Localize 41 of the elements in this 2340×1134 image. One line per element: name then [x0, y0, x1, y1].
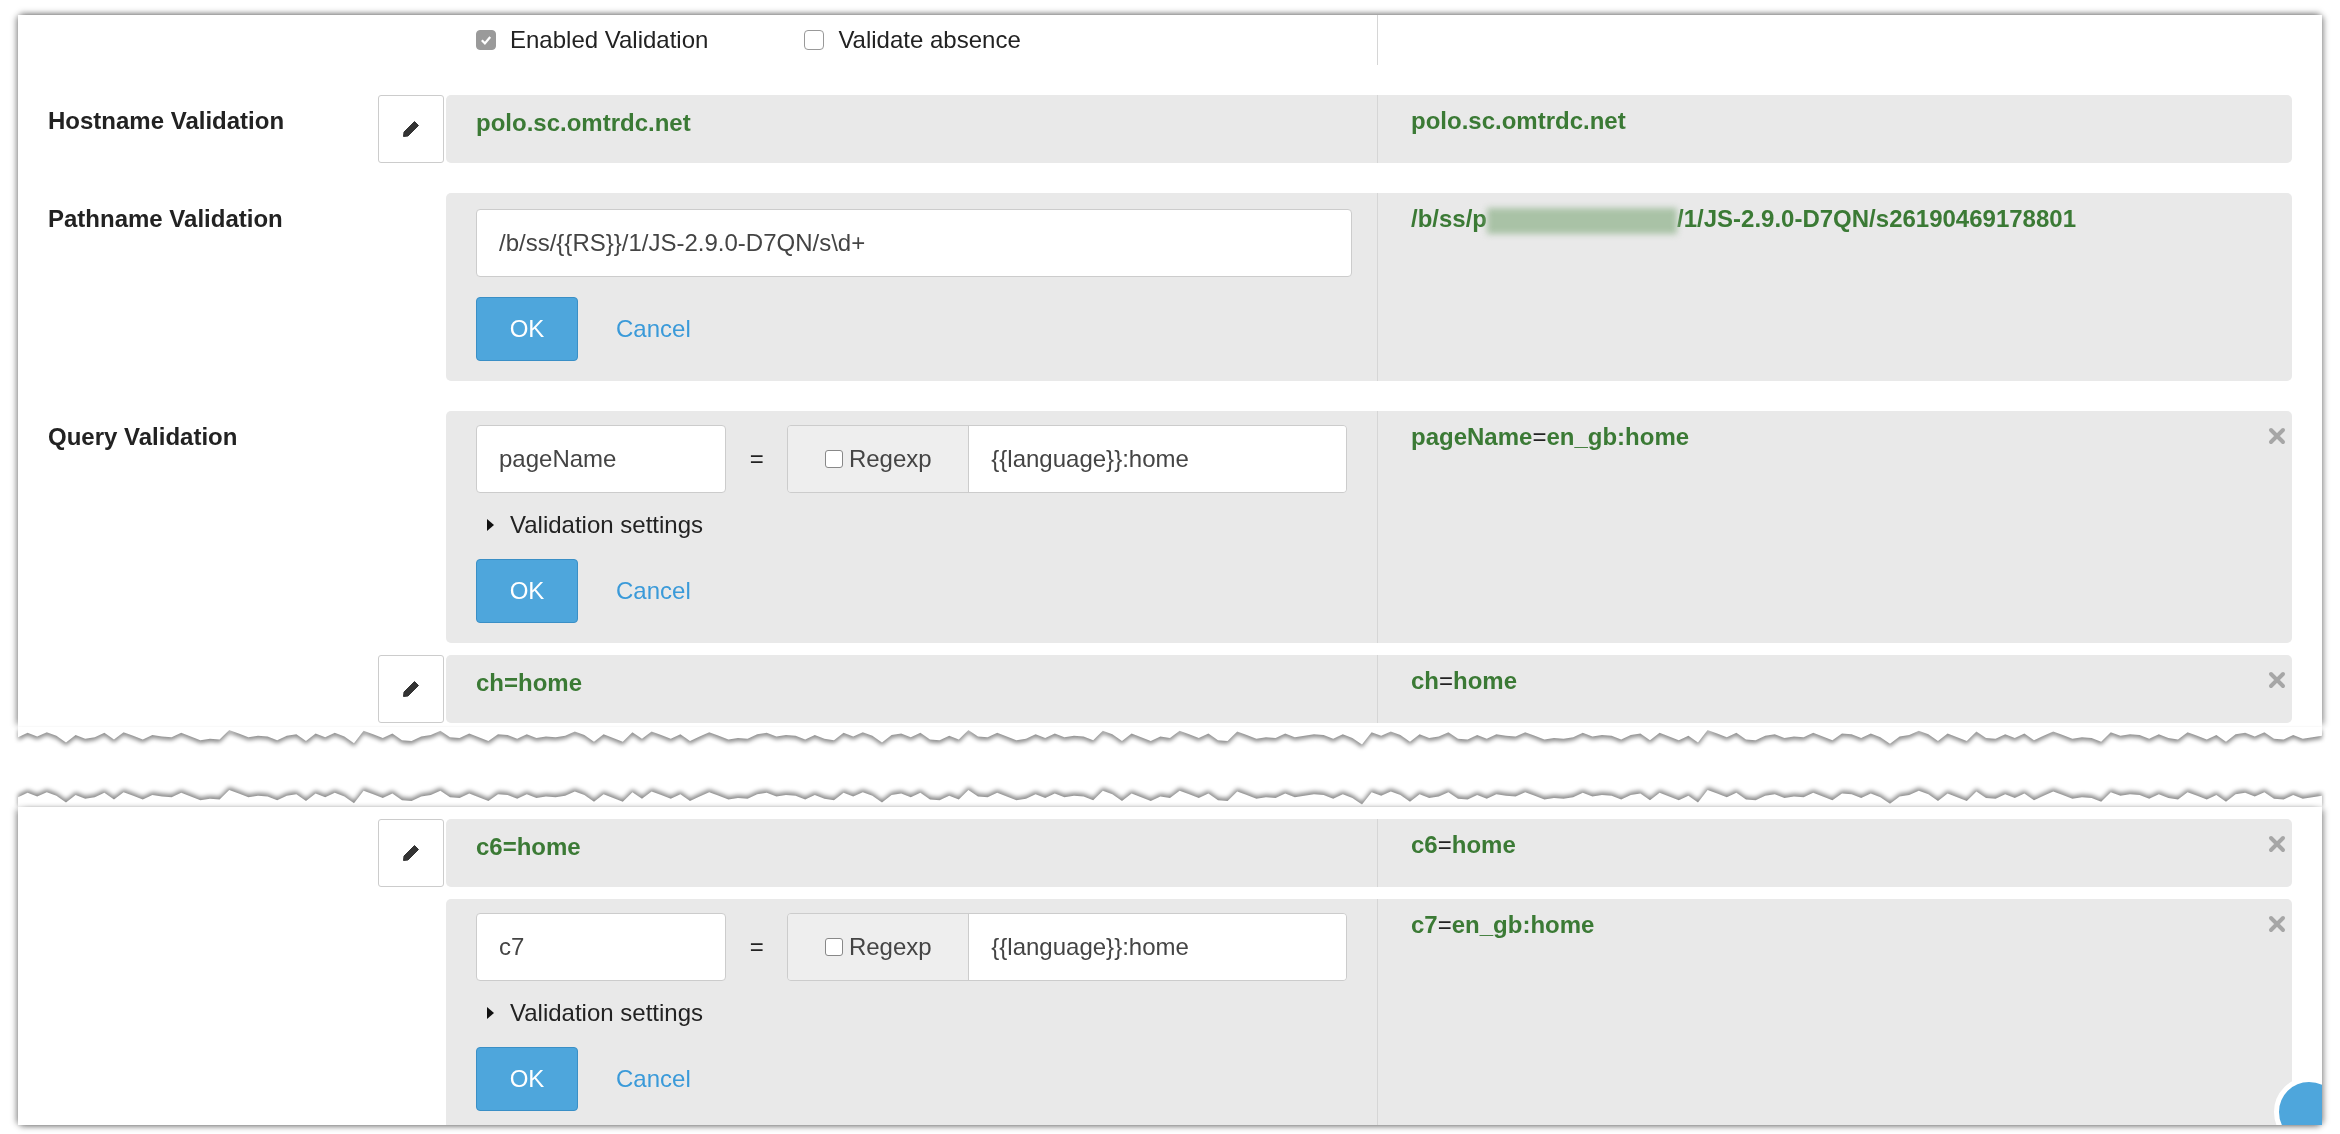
checkbox-label: Enabled Validation — [510, 26, 709, 54]
edit-button[interactable] — [378, 655, 444, 723]
settings-toggle[interactable]: Validation settings — [476, 999, 703, 1027]
pencil-icon — [401, 679, 421, 699]
result-value: /b/ss/p /1/JS-2.9.0-D7QN/s26190469178801 — [1411, 205, 2076, 232]
value-input[interactable]: {{language}}:home — [969, 914, 1346, 980]
hostname-value: polo.sc.omtrdc.net — [476, 109, 691, 136]
field-label: Hostname Validation — [48, 106, 285, 135]
result-value: c7=en_gb:home — [1411, 911, 1595, 938]
pencil-icon — [401, 119, 421, 139]
query-value: ch=home — [476, 669, 583, 696]
triangle-icon — [486, 1006, 496, 1020]
pencil-icon — [401, 843, 421, 863]
edit-button[interactable] — [378, 95, 444, 163]
close-icon[interactable] — [2268, 915, 2286, 933]
field-label: Query Validation — [48, 422, 238, 451]
query-value: c6=home — [476, 833, 581, 860]
settings-toggle[interactable]: Validation settings — [476, 511, 703, 539]
equals-sign: = — [748, 445, 765, 473]
pathname-input[interactable]: /b/ss/{{RS}}/1/JS-2.9.0-D7QN/s\d+ — [476, 209, 1352, 277]
parameter-input[interactable]: pageName — [476, 425, 726, 493]
result-value: polo.sc.omtrdc.net — [1411, 107, 1626, 134]
regexp-toggle[interactable]: Regexp — [788, 426, 970, 492]
parameter-input[interactable]: c7 — [476, 913, 726, 981]
result-value: ch=home — [1411, 667, 1518, 694]
checkbox[interactable] — [804, 30, 825, 50]
checkbox[interactable] — [824, 938, 843, 956]
close-icon[interactable] — [2268, 427, 2286, 445]
check-icon — [479, 33, 493, 47]
field-label: Pathname Validation — [48, 204, 283, 233]
equals-sign: = — [748, 933, 765, 961]
value-input[interactable]: {{language}}:home — [969, 426, 1346, 492]
result-value: c6=home — [1411, 831, 1516, 858]
close-icon[interactable] — [2268, 671, 2286, 689]
checkbox-label: Validate absence — [838, 26, 1021, 54]
close-icon[interactable] — [2268, 835, 2286, 853]
regexp-toggle[interactable]: Regexp — [788, 914, 970, 980]
edit-button[interactable] — [378, 819, 444, 887]
checkbox[interactable] — [824, 450, 843, 468]
triangle-icon — [486, 518, 496, 532]
result-value: pageName=en_gb:home — [1411, 423, 1690, 450]
